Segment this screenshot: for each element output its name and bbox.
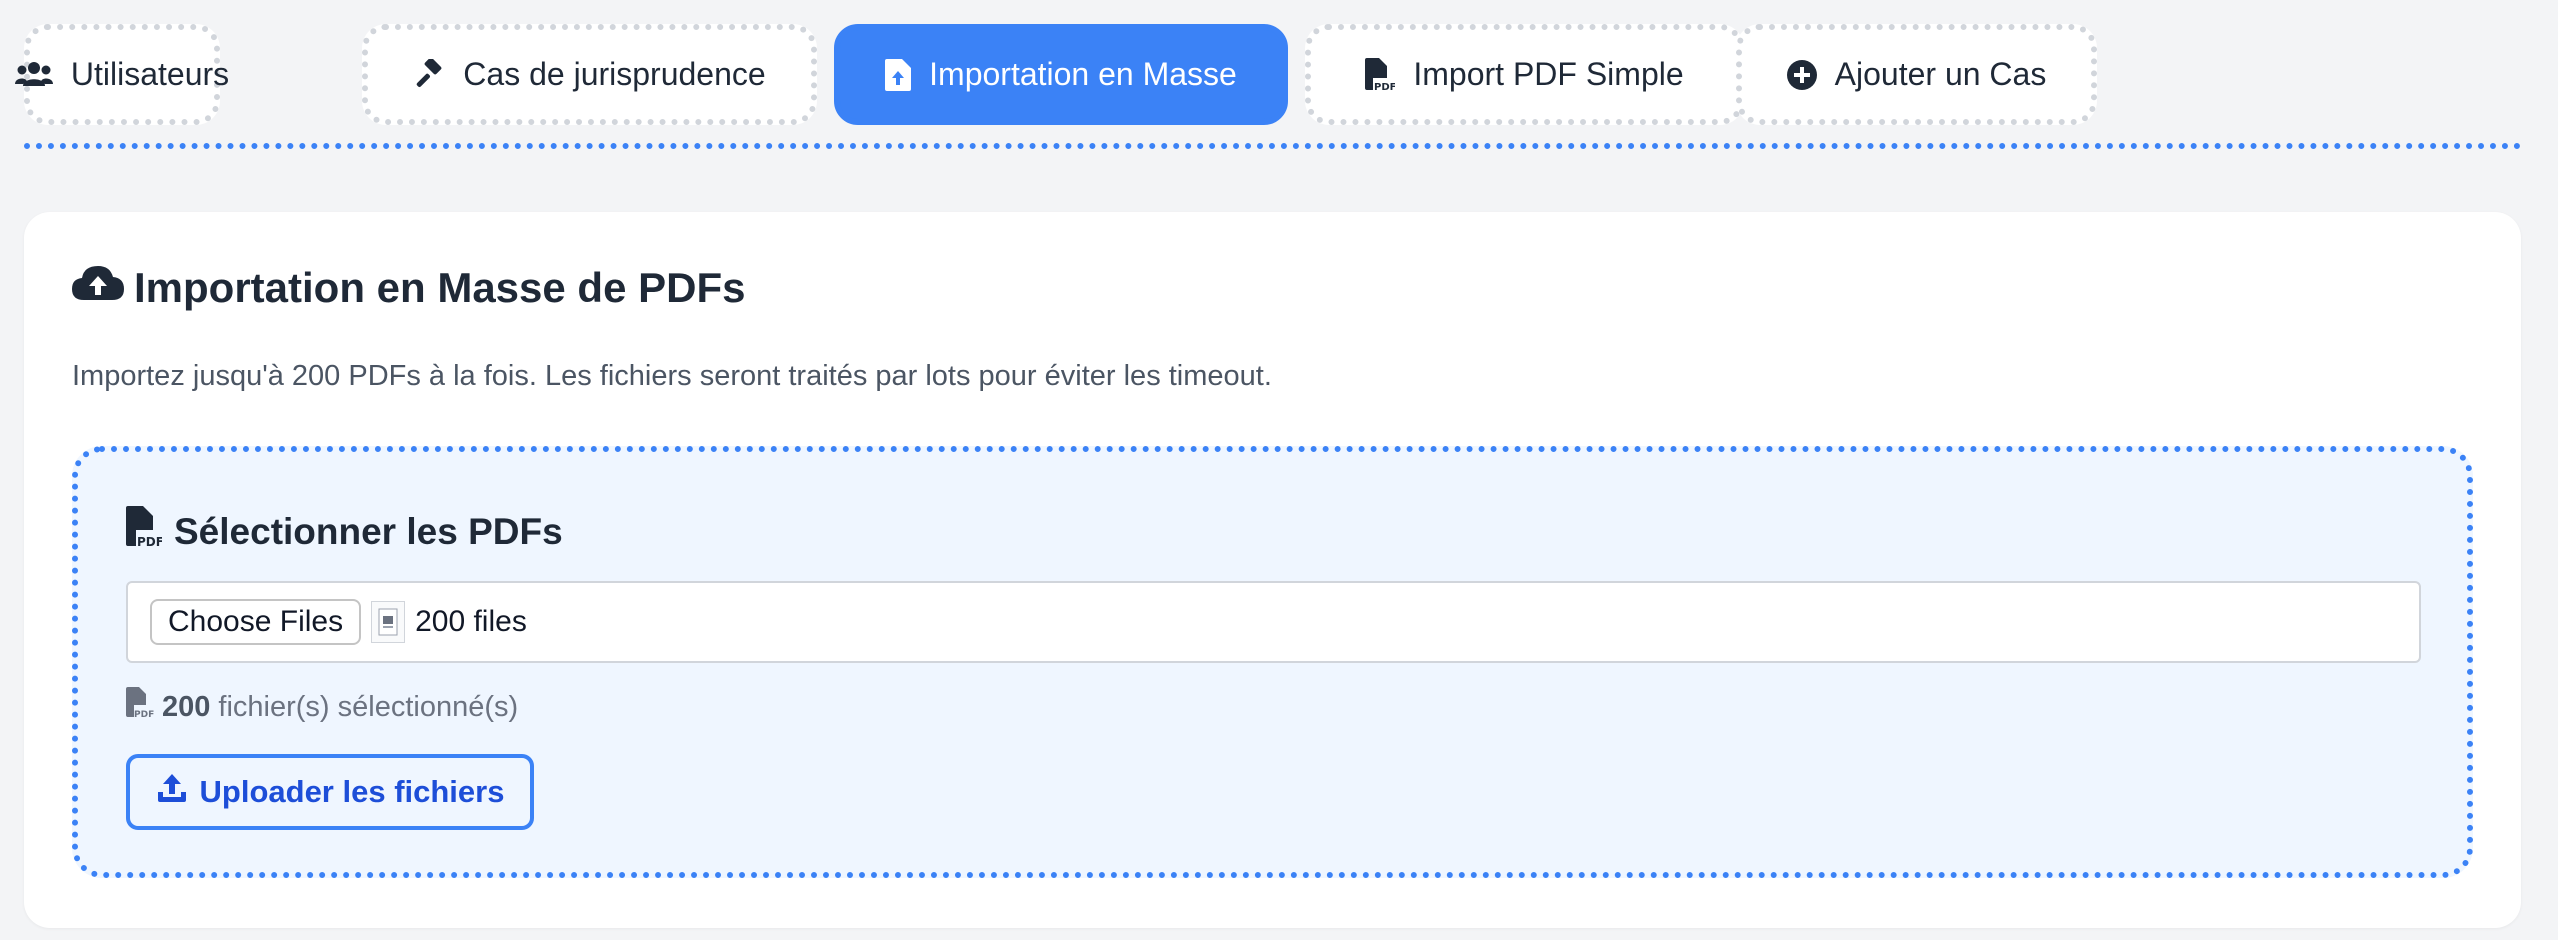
tab-label: Importation en Masse [929,56,1237,92]
gavel-icon [413,58,445,91]
file-pdf-icon: PDF [126,687,154,727]
tab-ajouter-un-cas[interactable]: Ajouter un Cas [1736,24,2097,125]
selected-count: 200 [162,690,211,723]
card-title: Importation en Masse de PDFs [72,264,745,312]
bulk-import-card: Importation en Masse de PDFs Importez ju… [24,212,2521,928]
dropzone-title: PDF Sélectionner les PDFs [126,506,563,557]
pdf-dropzone[interactable]: PDF Sélectionner les PDFs Choose Files 2… [72,446,2473,878]
tab-utilisateurs[interactable]: Utilisateurs [14,24,229,125]
card-title-text: Importation en Masse de PDFs [134,264,746,311]
upload-files-button[interactable]: Uploader les fichiers [126,754,534,830]
upload-icon [156,772,188,812]
file-pdf-icon: PDF [1365,57,1395,92]
selected-files-info: PDF 200 fichier(s) sélectionné(s) [126,687,518,727]
tab-import-pdf-simple[interactable]: PDF Import PDF Simple [1305,24,1744,125]
users-icon [14,60,53,90]
tab-bar: Utilisateurs Cas de jurisprudence Import… [14,24,2522,129]
cloud-upload-icon [72,264,124,312]
file-thumbnail-icon [371,601,406,643]
tab-label: Import PDF Simple [1413,56,1684,92]
tab-label: Ajouter un Cas [1834,56,2047,92]
tab-label: Cas de jurisprudence [463,56,766,92]
pdf-file-input[interactable]: Choose Files 200 files [126,581,2421,663]
choose-files-button[interactable]: Choose Files [150,599,362,645]
tab-underline [24,143,2522,149]
selected-suffix: fichier(s) sélectionné(s) [218,690,519,723]
svg-text:PDF: PDF [134,710,154,719]
tab-cas-de-jurisprudence[interactable]: Cas de jurisprudence [362,24,817,125]
svg-text:PDF: PDF [1374,82,1395,92]
plus-circle-icon [1786,59,1817,90]
file-upload-icon [885,58,912,91]
dropzone-title-text: Sélectionner les PDFs [174,510,563,552]
file-input-value: 200 files [415,605,527,638]
file-pdf-icon: PDF [126,506,164,557]
card-description: Importez jusqu'à 200 PDFs à la fois. Les… [72,360,1272,392]
tab-importation-en-masse[interactable]: Importation en Masse [834,24,1288,125]
upload-button-label: Uploader les fichiers [199,774,505,809]
tab-label: Utilisateurs [70,56,230,92]
svg-text:PDF: PDF [137,535,162,548]
